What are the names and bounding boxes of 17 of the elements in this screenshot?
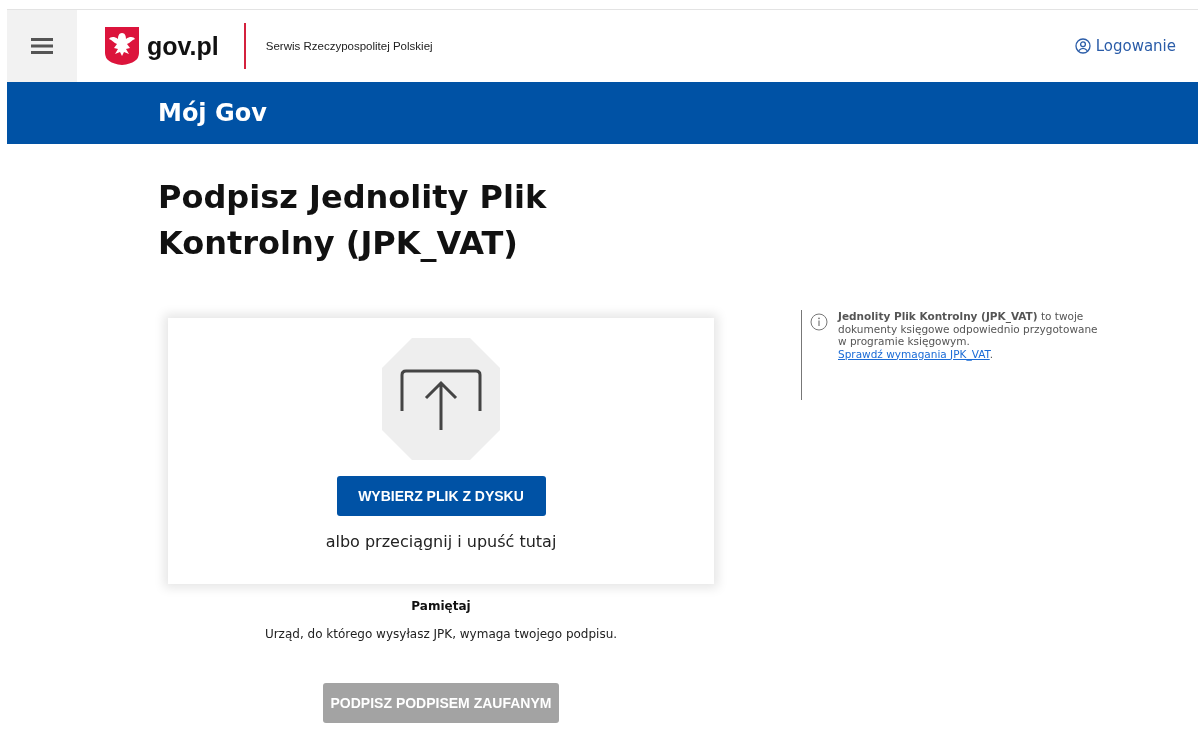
info-icon: [810, 313, 828, 331]
logo-text[interactable]: gov.pl: [147, 31, 219, 61]
menu-button[interactable]: [7, 10, 77, 82]
login-link[interactable]: Logowanie: [1074, 37, 1176, 55]
info-text: Jednolity Plik Kontrolny (JPK_VAT) to twoje dokumenty księgowe odpowiednio przygotowane w programie księgowym. Sprawdź wymagania JPK_VAT.: [838, 310, 1099, 360]
page-title: Podpisz Jednolity Plik Kontrolny (JPK_VAT): [158, 177, 548, 264]
menu-icon: [31, 38, 53, 54]
site-tagline: Serwis Rzeczypospolitej Polskiej: [265, 40, 433, 52]
remember-title: Pamiętaj: [411, 599, 471, 613]
remember-text: Urząd, do którego wysyłasz JPK, wymaga twojego podpisu.: [264, 627, 618, 641]
emblem-icon: [105, 27, 139, 65]
upload-icon: [382, 338, 500, 460]
user-icon: [1074, 38, 1091, 54]
requirements-link[interactable]: Sprawdź wymagania JPK_VAT: [838, 347, 990, 360]
choose-file-button[interactable]: WYBIERZ PLIK Z DYSKU: [336, 476, 546, 516]
drop-hint: albo przeciągnij i upuść tutaj: [325, 532, 557, 551]
band-title: Mój Gov: [158, 99, 267, 127]
